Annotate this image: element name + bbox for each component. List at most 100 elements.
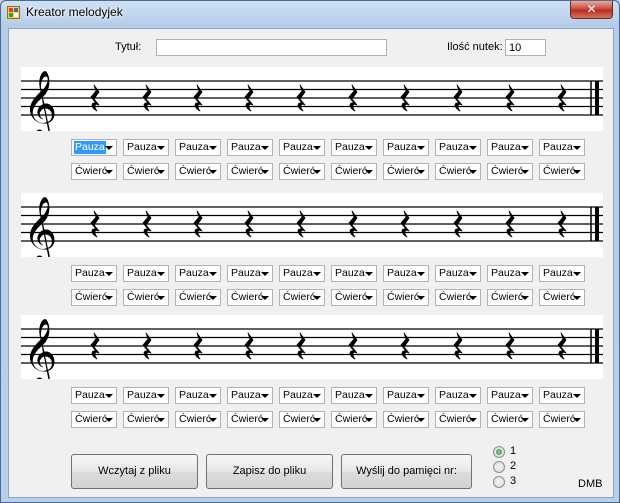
chevron-down-icon[interactable] — [521, 418, 529, 422]
note-select[interactable]: Pauza — [331, 265, 377, 282]
note-select[interactable]: Pauza — [227, 265, 273, 282]
duration-select[interactable]: Ćwierć — [435, 163, 481, 180]
duration-select[interactable]: Ćwierć — [175, 163, 221, 180]
chevron-down-icon[interactable] — [209, 146, 217, 150]
chevron-down-icon[interactable] — [521, 296, 529, 300]
duration-select[interactable]: Ćwierć — [71, 289, 117, 306]
send-to-memory-button[interactable]: Wyślij do pamięci nr: — [341, 454, 472, 489]
chevron-down-icon[interactable] — [365, 296, 373, 300]
chevron-down-icon[interactable] — [105, 394, 113, 398]
duration-select[interactable]: Ćwierć — [435, 289, 481, 306]
duration-select[interactable]: Ćwierć — [279, 163, 325, 180]
chevron-down-icon[interactable] — [261, 418, 269, 422]
duration-select[interactable]: Ćwierć — [383, 289, 429, 306]
duration-select[interactable]: Ćwierć — [175, 289, 221, 306]
duration-select[interactable]: Ćwierć — [539, 289, 585, 306]
chevron-down-icon[interactable] — [469, 394, 477, 398]
note-select[interactable]: Pauza — [539, 139, 585, 156]
chevron-down-icon[interactable] — [469, 170, 477, 174]
chevron-down-icon[interactable] — [469, 146, 477, 150]
note-select[interactable]: Pauza — [487, 387, 533, 404]
chevron-down-icon[interactable] — [209, 394, 217, 398]
duration-select[interactable]: Ćwierć — [71, 163, 117, 180]
duration-select[interactable]: Ćwierć — [227, 163, 273, 180]
note-select[interactable]: Pauza — [383, 139, 429, 156]
duration-select[interactable]: Ćwierć — [435, 411, 481, 428]
duration-select[interactable]: Ćwierć — [279, 289, 325, 306]
chevron-down-icon[interactable] — [313, 272, 321, 276]
duration-select[interactable]: Ćwierć — [383, 163, 429, 180]
note-select[interactable]: Pauza — [123, 387, 169, 404]
duration-select[interactable]: Ćwierć — [539, 163, 585, 180]
memory-slot-radio-2[interactable] — [493, 461, 505, 473]
title-input[interactable] — [156, 39, 387, 56]
close-button[interactable]: ✕ — [570, 1, 613, 19]
note-select[interactable]: Pauza — [123, 139, 169, 156]
chevron-down-icon[interactable] — [573, 394, 581, 398]
chevron-down-icon[interactable] — [573, 296, 581, 300]
chevron-down-icon[interactable] — [573, 170, 581, 174]
note-select[interactable]: Pauza — [279, 387, 325, 404]
chevron-down-icon[interactable] — [469, 296, 477, 300]
chevron-down-icon[interactable] — [521, 146, 529, 150]
chevron-down-icon[interactable] — [157, 394, 165, 398]
chevron-down-icon[interactable] — [105, 296, 113, 300]
chevron-down-icon[interactable] — [521, 170, 529, 174]
chevron-down-icon[interactable] — [417, 272, 425, 276]
chevron-down-icon[interactable] — [417, 146, 425, 150]
note-select[interactable]: Pauza — [279, 265, 325, 282]
chevron-down-icon[interactable] — [157, 418, 165, 422]
memory-slot-radio-3[interactable] — [493, 476, 505, 488]
chevron-down-icon[interactable] — [105, 272, 113, 276]
chevron-down-icon[interactable] — [417, 418, 425, 422]
note-select[interactable]: Pauza — [71, 139, 117, 156]
chevron-down-icon[interactable] — [105, 170, 113, 174]
chevron-down-icon[interactable] — [417, 394, 425, 398]
note-select[interactable]: Pauza — [123, 265, 169, 282]
chevron-down-icon[interactable] — [157, 296, 165, 300]
chevron-down-icon[interactable] — [573, 418, 581, 422]
chevron-down-icon[interactable] — [365, 146, 373, 150]
note-select[interactable]: Pauza — [331, 139, 377, 156]
chevron-down-icon[interactable] — [573, 272, 581, 276]
note-select[interactable]: Pauza — [435, 139, 481, 156]
duration-select[interactable]: Ćwierć — [487, 163, 533, 180]
chevron-down-icon[interactable] — [157, 170, 165, 174]
note-select[interactable]: Pauza — [487, 265, 533, 282]
chevron-down-icon[interactable] — [365, 418, 373, 422]
chevron-down-icon[interactable] — [313, 418, 321, 422]
chevron-down-icon[interactable] — [365, 394, 373, 398]
chevron-down-icon[interactable] — [261, 170, 269, 174]
duration-select[interactable]: Ćwierć — [331, 289, 377, 306]
chevron-down-icon[interactable] — [157, 272, 165, 276]
duration-select[interactable]: Ćwierć — [123, 163, 169, 180]
note-select[interactable]: Pauza — [71, 265, 117, 282]
chevron-down-icon[interactable] — [365, 170, 373, 174]
chevron-down-icon[interactable] — [469, 418, 477, 422]
note-select[interactable]: Pauza — [279, 139, 325, 156]
chevron-down-icon[interactable] — [209, 296, 217, 300]
duration-select[interactable]: Ćwierć — [331, 411, 377, 428]
chevron-down-icon[interactable] — [157, 146, 165, 150]
chevron-down-icon[interactable] — [261, 296, 269, 300]
note-select[interactable]: Pauza — [383, 265, 429, 282]
chevron-down-icon[interactable] — [209, 272, 217, 276]
chevron-down-icon[interactable] — [365, 272, 373, 276]
note-select[interactable]: Pauza — [435, 387, 481, 404]
note-select[interactable]: Pauza — [539, 265, 585, 282]
chevron-down-icon[interactable] — [417, 296, 425, 300]
memory-slot-radio-1[interactable] — [493, 446, 505, 458]
note-select[interactable]: Pauza — [487, 139, 533, 156]
chevron-down-icon[interactable] — [261, 394, 269, 398]
duration-select[interactable]: Ćwierć — [227, 289, 273, 306]
chevron-down-icon[interactable] — [209, 170, 217, 174]
note-select[interactable]: Pauza — [435, 265, 481, 282]
chevron-down-icon[interactable] — [105, 146, 113, 150]
save-to-file-button[interactable]: Zapisz do pliku — [206, 454, 333, 489]
chevron-down-icon[interactable] — [469, 272, 477, 276]
chevron-down-icon[interactable] — [313, 146, 321, 150]
chevron-down-icon[interactable] — [313, 394, 321, 398]
note-select[interactable]: Pauza — [175, 139, 221, 156]
duration-select[interactable]: Ćwierć — [487, 411, 533, 428]
duration-select[interactable]: Ćwierć — [383, 411, 429, 428]
